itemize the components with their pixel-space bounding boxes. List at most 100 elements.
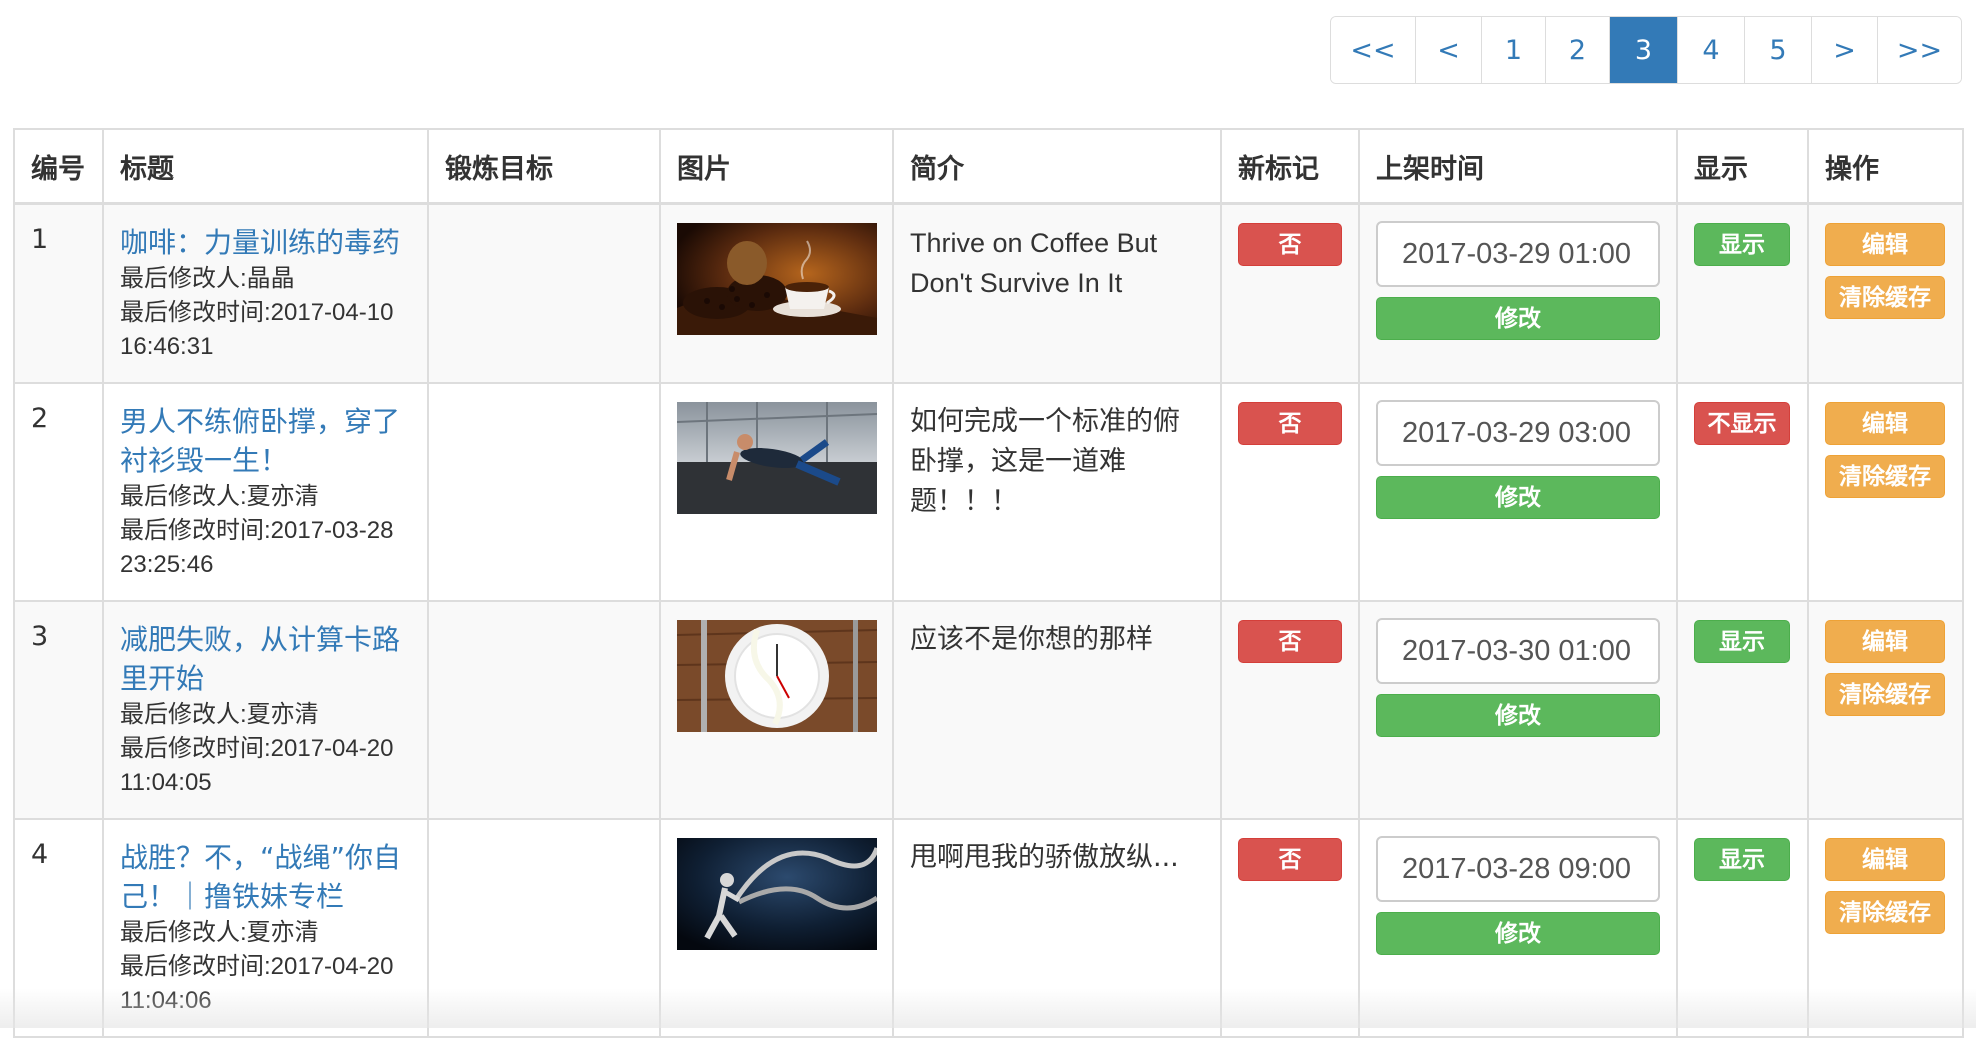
row-new-flag-cell: 否 bbox=[1220, 202, 1360, 384]
coffee-beans-cup-image bbox=[677, 223, 877, 335]
row-image-cell bbox=[659, 818, 894, 1038]
publish-time-input[interactable]: 2017-03-30 01:00 bbox=[1376, 618, 1660, 684]
man-pushup-gym-image bbox=[677, 402, 877, 514]
row-title-cell: 减肥失败，从计算卡路里开始 最后修改人:夏亦清 最后修改时间:2017-04-2… bbox=[102, 600, 429, 820]
row-image-cell bbox=[659, 202, 894, 384]
row-new-flag-cell: 否 bbox=[1220, 600, 1360, 820]
row-new-flag-cell: 否 bbox=[1220, 382, 1360, 602]
row-id: 2 bbox=[13, 382, 104, 602]
header-title: 标题 bbox=[102, 128, 429, 205]
new-flag-badge[interactable]: 否 bbox=[1238, 838, 1342, 881]
modify-button[interactable]: 修改 bbox=[1376, 297, 1660, 340]
article-title-link[interactable]: 减肥失败，从计算卡路里开始 bbox=[120, 620, 411, 698]
page-4-link[interactable]: 4 bbox=[1677, 17, 1744, 83]
row-actions-cell: 编辑 清除缓存 bbox=[1807, 818, 1964, 1038]
row-actions-cell: 编辑 清除缓存 bbox=[1807, 600, 1964, 820]
page-prev-link[interactable]: < bbox=[1415, 17, 1481, 83]
row-goal bbox=[427, 202, 661, 384]
row-intro-cell: 甩啊甩我的骄傲放纵... bbox=[892, 818, 1222, 1038]
article-title-link[interactable]: 咖啡：力量训练的毒药 bbox=[120, 223, 411, 262]
edit-button[interactable]: 编辑 bbox=[1825, 223, 1945, 266]
page-1-link[interactable]: 1 bbox=[1481, 17, 1545, 83]
last-modifier: 最后修改人:晶晶 bbox=[120, 265, 295, 292]
last-modified-time: 最后修改时间:2017-04-20 11:04:05 bbox=[120, 735, 394, 796]
plate-clock-measuring-tape-image bbox=[677, 620, 877, 732]
row-image-cell bbox=[659, 600, 894, 820]
clear-cache-button[interactable]: 清除缓存 bbox=[1825, 276, 1945, 319]
row-id: 1 bbox=[13, 202, 104, 384]
article-table: 编号 标题 锻炼目标 图片 简介 新标记 上架时间 显示 操作 1 咖啡：力量训… bbox=[13, 128, 1964, 1038]
page-2-link[interactable]: 2 bbox=[1545, 17, 1609, 83]
display-toggle-button[interactable]: 显示 bbox=[1694, 223, 1790, 266]
row-actions-cell: 编辑 清除缓存 bbox=[1807, 382, 1964, 602]
last-modifier: 最后修改人:夏亦清 bbox=[120, 483, 319, 510]
publish-time-input[interactable]: 2017-03-29 01:00 bbox=[1376, 221, 1660, 287]
page-5-link[interactable]: 5 bbox=[1744, 17, 1811, 83]
new-flag-badge[interactable]: 否 bbox=[1238, 223, 1342, 266]
article-title-link[interactable]: 战胜？不，“战绳”你自己！｜撸铁妹专栏 bbox=[120, 838, 411, 916]
row-publish-cell: 2017-03-29 01:00 修改 bbox=[1358, 202, 1678, 384]
row-publish-cell: 2017-03-28 09:00 修改 bbox=[1358, 818, 1678, 1038]
header-goal: 锻炼目标 bbox=[427, 128, 661, 205]
row-title-cell: 男人不练俯卧撑，穿了衬衫毁一生！ 最后修改人:夏亦清 最后修改时间:2017-0… bbox=[102, 382, 429, 602]
header-new-flag: 新标记 bbox=[1220, 128, 1360, 205]
article-intro: Thrive on Coffee But Don't Survive In It bbox=[910, 228, 1158, 298]
edit-button[interactable]: 编辑 bbox=[1825, 620, 1945, 663]
header-intro: 简介 bbox=[892, 128, 1222, 205]
row-publish-cell: 2017-03-29 03:00 修改 bbox=[1358, 382, 1678, 602]
row-goal bbox=[427, 382, 661, 602]
row-display-cell: 显示 bbox=[1676, 600, 1809, 820]
article-table-container: 编号 标题 锻炼目标 图片 简介 新标记 上架时间 显示 操作 1 咖啡：力量训… bbox=[13, 128, 1964, 1038]
edit-button[interactable]: 编辑 bbox=[1825, 838, 1945, 881]
page-last-link[interactable]: >> bbox=[1877, 17, 1961, 83]
header-image: 图片 bbox=[659, 128, 894, 205]
row-intro-cell: 如何完成一个标准的俯卧撑，这是一道难题！！！ bbox=[892, 382, 1222, 602]
clear-cache-button[interactable]: 清除缓存 bbox=[1825, 891, 1945, 934]
last-modified-time: 最后修改时间:2017-04-10 16:46:31 bbox=[120, 299, 394, 360]
publish-time-input[interactable]: 2017-03-29 03:00 bbox=[1376, 400, 1660, 466]
row-id: 3 bbox=[13, 600, 104, 820]
header-id: 编号 bbox=[13, 128, 104, 205]
pagination: << < 1 2 3 4 5 > >> bbox=[1330, 16, 1962, 84]
publish-time-input[interactable]: 2017-03-28 09:00 bbox=[1376, 836, 1660, 902]
last-modified-time: 最后修改时间:2017-03-28 23:25:46 bbox=[120, 517, 394, 578]
page-first-link[interactable]: << bbox=[1331, 17, 1415, 83]
last-modified-time: 最后修改时间:2017-04-20 11:04:06 bbox=[120, 953, 394, 1014]
row-title-cell: 战胜？不，“战绳”你自己！｜撸铁妹专栏 最后修改人:夏亦清 最后修改时间:201… bbox=[102, 818, 429, 1038]
row-id: 4 bbox=[13, 818, 104, 1038]
row-actions-cell: 编辑 清除缓存 bbox=[1807, 202, 1964, 384]
row-title-cell: 咖啡：力量训练的毒药 最后修改人:晶晶 最后修改时间:2017-04-10 16… bbox=[102, 202, 429, 384]
display-toggle-button[interactable]: 显示 bbox=[1694, 838, 1790, 881]
row-goal bbox=[427, 818, 661, 1038]
clear-cache-button[interactable]: 清除缓存 bbox=[1825, 673, 1945, 716]
last-modifier: 最后修改人:夏亦清 bbox=[120, 701, 319, 728]
display-toggle-button[interactable]: 不显示 bbox=[1694, 402, 1790, 445]
header-publish-time: 上架时间 bbox=[1358, 128, 1678, 205]
row-display-cell: 显示 bbox=[1676, 202, 1809, 384]
modify-button[interactable]: 修改 bbox=[1376, 476, 1660, 519]
article-title-link[interactable]: 男人不练俯卧撑，穿了衬衫毁一生！ bbox=[120, 402, 411, 480]
page-next-link[interactable]: > bbox=[1811, 17, 1877, 83]
row-publish-cell: 2017-03-30 01:00 修改 bbox=[1358, 600, 1678, 820]
article-intro: 甩啊甩我的骄傲放纵... bbox=[910, 842, 1179, 873]
row-display-cell: 显示 bbox=[1676, 818, 1809, 1038]
table-row: 3 减肥失败，从计算卡路里开始 最后修改人:夏亦清 最后修改时间:2017-04… bbox=[13, 600, 1964, 820]
table-row: 1 咖啡：力量训练的毒药 最后修改人:晶晶 最后修改时间:2017-04-10 … bbox=[13, 202, 1964, 384]
display-toggle-button[interactable]: 显示 bbox=[1694, 620, 1790, 663]
header-display: 显示 bbox=[1676, 128, 1809, 205]
battle-ropes-athlete-image bbox=[677, 838, 877, 950]
table-header-row: 编号 标题 锻炼目标 图片 简介 新标记 上架时间 显示 操作 bbox=[13, 128, 1964, 205]
clear-cache-button[interactable]: 清除缓存 bbox=[1825, 455, 1945, 498]
new-flag-badge[interactable]: 否 bbox=[1238, 620, 1342, 663]
new-flag-badge[interactable]: 否 bbox=[1238, 402, 1342, 445]
edit-button[interactable]: 编辑 bbox=[1825, 402, 1945, 445]
row-intro-cell: 应该不是你想的那样 bbox=[892, 600, 1222, 820]
article-intro: 应该不是你想的那样 bbox=[910, 624, 1153, 655]
page-3-link-active[interactable]: 3 bbox=[1609, 17, 1677, 83]
row-goal bbox=[427, 600, 661, 820]
table-row: 4 战胜？不，“战绳”你自己！｜撸铁妹专栏 最后修改人:夏亦清 最后修改时间:2… bbox=[13, 818, 1964, 1038]
article-intro: 如何完成一个标准的俯卧撑，这是一道难题！！！ bbox=[910, 406, 1180, 517]
modify-button[interactable]: 修改 bbox=[1376, 912, 1660, 955]
row-image-cell bbox=[659, 382, 894, 602]
modify-button[interactable]: 修改 bbox=[1376, 694, 1660, 737]
